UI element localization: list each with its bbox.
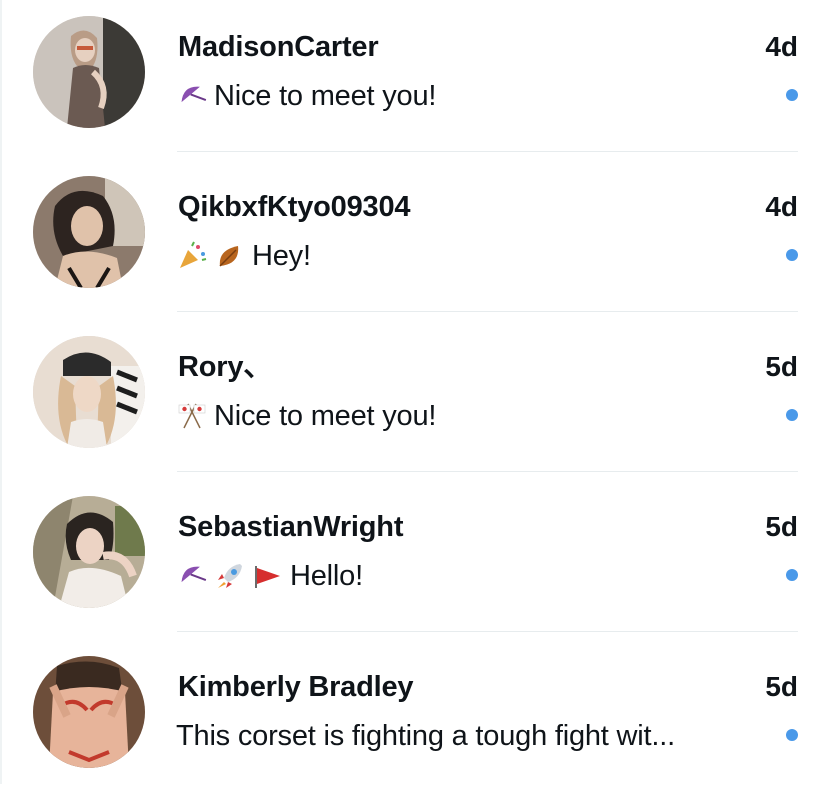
avatar-image — [33, 656, 145, 768]
party-popper-icon — [176, 240, 208, 272]
rocket-icon — [214, 560, 246, 592]
fallen-leaf-icon — [214, 240, 246, 272]
contact-name: MadisonCarter — [178, 31, 379, 63]
avatar[interactable] — [33, 656, 145, 768]
divider — [177, 631, 798, 632]
unread-indicator — [786, 729, 798, 741]
message-preview: Hello! — [176, 558, 756, 594]
umbrella-icon — [176, 560, 208, 592]
avatar[interactable] — [33, 336, 145, 448]
unread-indicator — [786, 569, 798, 581]
triangular-flag-icon — [252, 560, 284, 592]
conversation-item[interactable]: MadisonCarter 4d Nice to meet you! — [0, 0, 828, 160]
timestamp: 5d — [765, 671, 798, 702]
avatar-image — [33, 496, 145, 608]
timestamp: 4d — [765, 31, 798, 62]
crossed-flags-icon — [176, 400, 208, 432]
contact-name: QikbxfKtyo09304 — [178, 191, 411, 223]
timestamp: 5d — [765, 351, 798, 382]
message-preview: Nice to meet you! — [176, 78, 756, 114]
contact-name: SebastianWright — [178, 511, 404, 543]
conversation-item[interactable]: SebastianWright 5d Hello! — [0, 480, 828, 640]
conversation-item[interactable]: Rory、 5d Nice to meet you! — [0, 320, 828, 480]
preview-text: Hey! — [252, 240, 311, 272]
message-preview: Nice to meet you! — [176, 398, 756, 434]
contact-name: Rory、 — [178, 351, 273, 383]
avatar-image — [33, 336, 145, 448]
divider — [177, 151, 798, 152]
unread-indicator — [786, 89, 798, 101]
message-preview: This corset is fighting a tough fight wi… — [176, 718, 756, 754]
preview-text: Nice to meet you! — [214, 80, 437, 112]
umbrella-icon — [176, 80, 208, 112]
unread-indicator — [786, 409, 798, 421]
conversation-item[interactable]: Kimberly Bradley 5d This corset is fight… — [0, 640, 828, 800]
divider — [177, 311, 798, 312]
avatar[interactable] — [33, 176, 145, 288]
divider — [177, 471, 798, 472]
conversation-item[interactable]: QikbxfKtyo09304 4d Hey! — [0, 160, 828, 320]
preview-text: This corset is fighting a tough fight wi… — [176, 720, 675, 752]
message-preview: Hey! — [176, 238, 756, 274]
avatar[interactable] — [33, 16, 145, 128]
avatar-image — [33, 176, 145, 288]
timestamp: 5d — [765, 511, 798, 542]
avatar-image — [33, 16, 145, 128]
contact-name: Kimberly Bradley — [178, 671, 414, 703]
timestamp: 4d — [765, 191, 798, 222]
avatar[interactable] — [33, 496, 145, 608]
unread-indicator — [786, 249, 798, 261]
preview-text: Hello! — [290, 560, 363, 592]
preview-text: Nice to meet you! — [214, 400, 437, 432]
